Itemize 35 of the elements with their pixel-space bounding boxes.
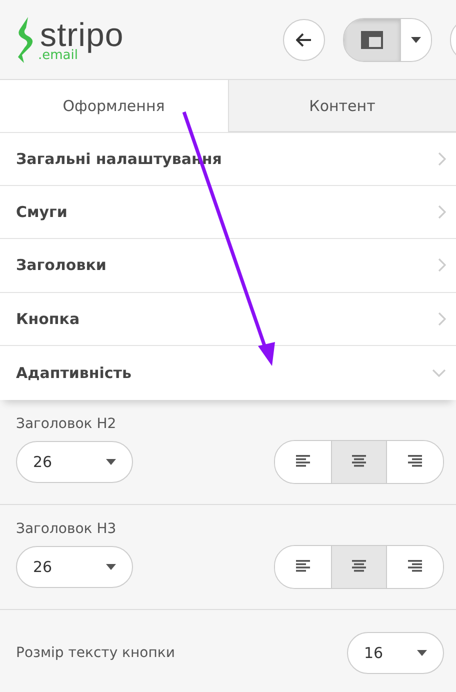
chevron-down-icon	[432, 368, 446, 377]
text-align-icon	[352, 560, 366, 573]
setting-label: Розмір тексту кнопки	[16, 644, 175, 660]
back-arrow-icon	[296, 32, 312, 46]
caret-icon	[411, 36, 421, 42]
text-align-icon	[296, 560, 310, 573]
align-button[interactable]	[331, 546, 387, 588]
text-align-icon	[408, 455, 422, 468]
text-align-icon	[296, 455, 310, 468]
dropdown-button[interactable]	[401, 18, 431, 60]
back-button[interactable]	[283, 18, 325, 60]
logo-wordmark: stripo	[40, 18, 124, 50]
tab[interactable]: Оформлення	[0, 80, 228, 132]
text-align-icon	[408, 560, 422, 573]
text-align-icon	[352, 455, 366, 468]
accordion-header[interactable]: Адаптивність	[0, 346, 456, 400]
accordion-header[interactable]: Кнопка	[0, 292, 456, 346]
setting-label: Заголовок H3	[16, 520, 118, 536]
accordion-header[interactable]: Заголовки	[0, 239, 456, 292]
setting-label: Заголовок H2	[16, 416, 118, 432]
chevron-right-icon	[438, 152, 446, 166]
layout-button[interactable]	[344, 18, 401, 60]
caret-icon	[106, 458, 116, 464]
accordion-header[interactable]: Смуги	[0, 186, 456, 239]
size-dropdown[interactable]: 16	[347, 632, 444, 674]
chevron-right-icon	[438, 312, 446, 326]
caret-icon	[106, 564, 116, 570]
size-dropdown[interactable]: 26	[16, 546, 133, 588]
chevron-right-icon	[438, 204, 446, 219]
layout-icon	[361, 30, 383, 48]
chevron-right-icon	[438, 258, 446, 272]
tab[interactable]: Контент	[228, 80, 456, 132]
align-button[interactable]	[331, 440, 387, 482]
caret-icon	[417, 650, 427, 656]
size-dropdown[interactable]: 26	[16, 440, 133, 482]
